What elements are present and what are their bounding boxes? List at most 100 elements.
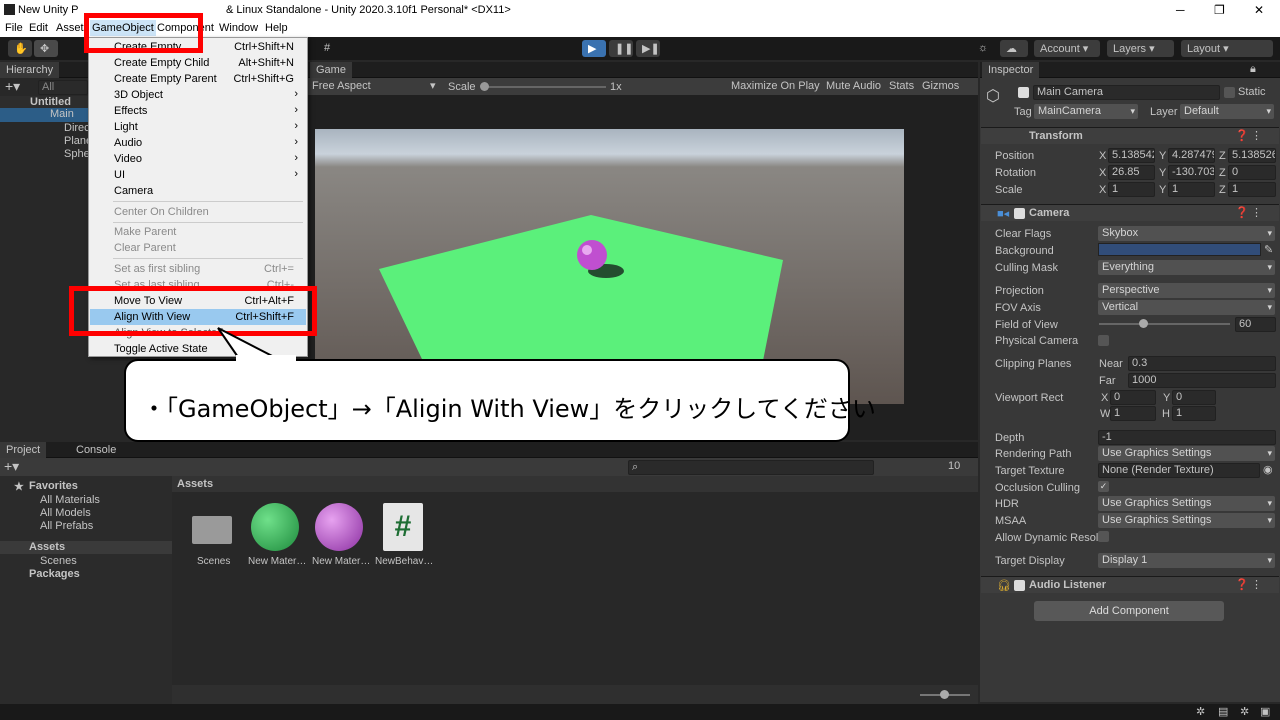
more-icon[interactable]: ⋮ [1251,206,1262,219]
object-name-field[interactable]: Main Camera [1033,85,1220,100]
menu-item-3d-object[interactable]: 3D Object › [90,87,306,103]
fov-axis-dropdown[interactable]: Vertical [1098,300,1275,315]
project-search-input[interactable]: ⌕ [628,460,874,475]
assets-header-label[interactable]: Assets [177,478,213,490]
pause-button[interactable]: ❚❚ [609,40,633,57]
scale-x-field[interactable]: 1 [1108,182,1155,197]
script-icon[interactable]: # [383,503,423,551]
menu-item-camera[interactable]: Camera [90,183,306,199]
fov-field[interactable]: 60 [1235,317,1276,332]
minimize-icon[interactable]: ─ [1176,3,1185,17]
move-tool-icon[interactable]: ✥ [34,40,58,57]
scenes-tree-item[interactable]: Scenes [40,555,77,567]
menu-item-create-empty-child[interactable]: Create Empty Child Alt+Shift+N [90,55,306,71]
layout-dropdown[interactable]: Layout ▾ [1181,40,1273,57]
depth-field[interactable]: -1 [1098,430,1276,445]
audio-listener-checkbox[interactable] [1014,580,1025,591]
target-display-dropdown[interactable]: Display 1 [1098,553,1275,568]
eyedropper-icon[interactable]: ✎ [1264,243,1273,256]
purple-material-icon[interactable] [315,503,363,551]
all-materials-item[interactable]: All Materials [40,494,100,506]
tag-dropdown[interactable]: MainCamera [1034,104,1138,119]
background-color-swatch[interactable] [1098,243,1261,256]
menu-item-set-first-sibling[interactable]: Set as first sibling Ctrl+= [90,261,306,277]
position-z-field[interactable]: 5.138526 [1228,148,1276,163]
menu-file[interactable]: File [5,22,23,34]
viewport-w-field[interactable]: 1 [1110,406,1156,421]
viewport-y-field[interactable]: 0 [1172,390,1216,405]
favorites-label[interactable]: Favorites [29,480,78,492]
menu-item-center-on-children[interactable]: Center On Children [90,204,306,220]
transform-header[interactable]: Transform ❓ ⋮ [981,127,1279,144]
clear-flags-dropdown[interactable]: Skybox [1098,226,1275,241]
menu-item-ui[interactable]: UI › [90,167,306,183]
menu-item-create-empty-parent[interactable]: Create Empty Parent Ctrl+Shift+G [90,71,306,87]
maximize-on-play-toggle[interactable]: Maximize On Play [731,80,820,92]
position-x-field[interactable]: 5.138542 [1108,148,1155,163]
all-prefabs-item[interactable]: All Prefabs [40,520,93,532]
help-icon[interactable]: ❓ [1235,129,1249,142]
account-dropdown[interactable]: Account ▾ [1034,40,1100,57]
scale-slider[interactable] [486,86,606,88]
fov-slider[interactable] [1099,323,1230,325]
audio-listener-header[interactable]: 🎧︎ Audio Listener ❓ ⋮ [981,576,1279,593]
notification-icon[interactable]: ▣ [1260,705,1270,718]
hierarchy-search-input[interactable]: All [38,80,88,95]
add-icon[interactable]: +▾ [5,78,20,95]
msaa-dropdown[interactable]: Use Graphics Settings [1098,513,1275,528]
play-button[interactable]: ▶ [582,40,606,57]
help-icon[interactable]: ❓ [1235,578,1249,591]
menu-window[interactable]: Window [219,22,258,34]
hdr-dropdown[interactable]: Use Graphics Settings [1098,496,1275,511]
near-field[interactable]: 0.3 [1128,356,1276,371]
menu-edit[interactable]: Edit [29,22,48,34]
viewport-x-field[interactable]: 0 [1110,390,1156,405]
layers-dropdown[interactable]: Layers ▾ [1107,40,1174,57]
projection-dropdown[interactable]: Perspective [1098,283,1275,298]
mute-audio-toggle[interactable]: Mute Audio [826,80,881,92]
gizmos-toggle[interactable]: Gizmos [922,80,959,92]
menu-item-light[interactable]: Light › [90,119,306,135]
more-icon[interactable]: ⋮ [1251,578,1262,591]
tab-project[interactable]: Project [0,442,47,458]
lock-icon[interactable]: 🔒︎ [1250,63,1256,76]
position-y-field[interactable]: 4.287479 [1168,148,1215,163]
physical-camera-checkbox[interactable] [1098,335,1109,346]
all-models-item[interactable]: All Models [40,507,91,519]
scale-slider-handle[interactable] [480,82,489,91]
aspect-dropdown[interactable]: Free Aspect [312,80,371,92]
camera-header[interactable]: ■◂ Camera ❓ ⋮ [981,204,1279,221]
tab-console[interactable]: Console [70,442,122,458]
tab-hierarchy[interactable]: Hierarchy [0,62,60,78]
packages-tree-item[interactable]: Packages [29,568,80,580]
green-material-icon[interactable] [251,503,299,551]
occlusion-culling-checkbox[interactable]: ✓ [1098,481,1109,492]
rotation-y-field[interactable]: -130.703 [1168,165,1215,180]
hierarchy-item[interactable]: Sphe [0,148,90,162]
cloud-icon[interactable]: ☁ [1000,40,1028,57]
active-checkbox[interactable] [1018,87,1029,98]
cache-icon[interactable]: ▤ [1218,705,1228,718]
more-icon[interactable]: ⋮ [1251,129,1262,142]
fov-slider-handle[interactable] [1139,319,1148,328]
static-checkbox[interactable] [1224,87,1235,98]
hierarchy-item[interactable]: Plane [0,135,92,149]
maximize-icon[interactable]: ❐ [1214,3,1225,17]
hierarchy-item[interactable]: Direc [0,122,90,136]
menu-help[interactable]: Help [265,22,288,34]
rendering-path-dropdown[interactable]: Use Graphics Settings [1098,446,1275,461]
tab-game[interactable]: Game [310,62,352,78]
camera-enabled-checkbox[interactable] [1014,208,1025,219]
assets-tree-item[interactable]: Assets [29,541,65,553]
viewport-h-field[interactable]: 1 [1172,406,1216,421]
bug-icon[interactable]: ✲ [1196,705,1205,718]
aspect-chevron-icon[interactable]: ▾ [430,79,436,92]
hierarchy-item[interactable]: Main [0,108,88,122]
services-icon[interactable]: ☼ [972,40,992,57]
menu-item-audio[interactable]: Audio › [90,135,306,151]
help-icon[interactable]: ❓ [1235,206,1249,219]
add-asset-icon[interactable]: +▾ [4,458,19,475]
hand-tool-icon[interactable]: ✋ [8,40,32,57]
menu-item-clear-parent[interactable]: Clear Parent [90,240,306,256]
assets-tree-row[interactable] [0,541,172,554]
